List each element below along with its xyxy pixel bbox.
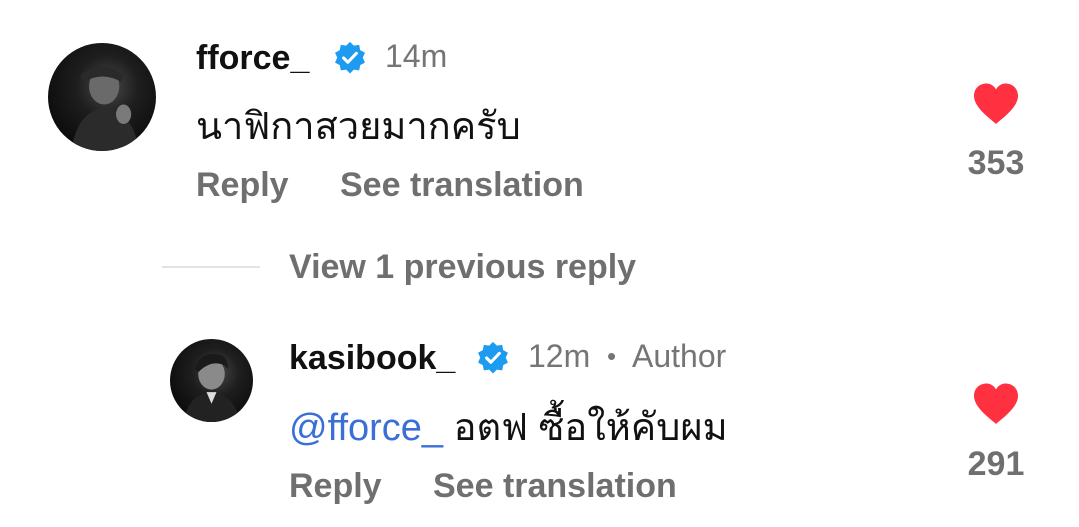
verified-badge-icon — [333, 41, 367, 75]
verified-badge-icon — [476, 341, 510, 375]
see-translation-button[interactable]: See translation — [340, 168, 584, 202]
like-count: 291 — [967, 445, 1025, 483]
comment-timestamp: 14m — [385, 38, 448, 74]
avatar-fforce[interactable] — [48, 43, 156, 151]
reply-text: @fforce_ อตฟ ซื้อให้คับผม — [289, 409, 728, 447]
mention-link[interactable]: @fforce_ — [289, 407, 443, 449]
reply-timestamp: 12m — [528, 338, 591, 374]
avatar-kasibook[interactable] — [170, 339, 253, 422]
reply-username[interactable]: kasibook_ — [289, 341, 455, 375]
see-translation-button[interactable]: See translation — [433, 469, 677, 503]
author-label: Author — [632, 338, 727, 374]
meta-separator: • — [607, 341, 617, 371]
comment-username[interactable]: fforce_ — [196, 41, 309, 75]
reply-text-body: อตฟ ซื้อให้คับผม — [453, 407, 728, 449]
like-heart-icon[interactable] — [972, 382, 1020, 426]
replies-divider — [162, 266, 260, 268]
view-previous-replies-button[interactable]: View 1 previous reply — [289, 250, 636, 284]
reply-button[interactable]: Reply — [196, 168, 289, 202]
reply-button[interactable]: Reply — [289, 469, 382, 503]
comment-text: นาฟิกาสวยมากครับ — [196, 106, 521, 148]
like-heart-icon[interactable] — [972, 82, 1020, 126]
like-count: 353 — [967, 144, 1025, 182]
